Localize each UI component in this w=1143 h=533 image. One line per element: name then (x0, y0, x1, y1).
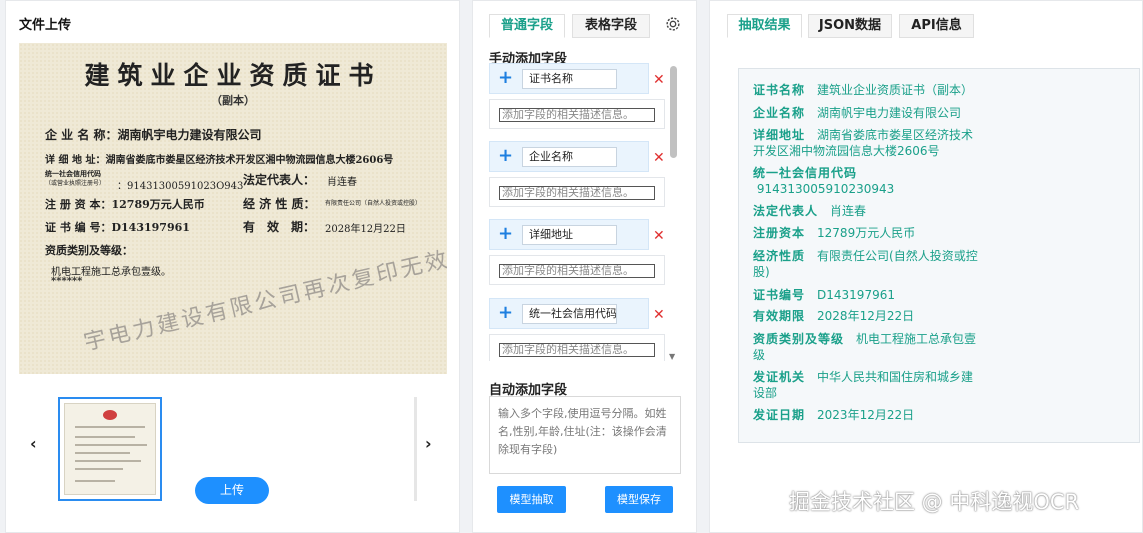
certificate-address: 详 细 地 址：湖南省娄底市娄星区经济技术开发区湘中物流园信息大楼2606号 (45, 155, 394, 166)
certificate-credit-label-sub: （或营业执照注册号） (45, 180, 106, 187)
plus-icon[interactable]: + (498, 304, 513, 322)
result-box: 证书名称 建筑业企业资质证书（副本） 企业名称 湖南帆宇电力建设有限公司 详细地… (738, 68, 1140, 443)
field-panel: 普通字段 表格字段 手动添加字段 + 证书名称 ✕ 添加字段的相关描述信息。 +… (472, 0, 697, 533)
field-desc-input[interactable]: 添加字段的相关描述信息。 (499, 186, 655, 200)
auto-fields-textarea[interactable]: 输入多个字段,使用逗号分隔。如姓名,性别,年龄,住址(注：该操作会清除现有字段) (489, 396, 681, 474)
close-icon[interactable]: ✕ (653, 228, 665, 244)
result-item: 法定代表人 肖连春 (753, 204, 867, 218)
certificate-qual-label: 资质类别及等级： (45, 244, 133, 257)
certificate-legal-rep-value: 肖连春 (327, 177, 357, 188)
scroll-down-icon[interactable]: ▼ (669, 352, 675, 361)
plus-icon[interactable]: + (498, 147, 513, 165)
field-name-input[interactable]: 证书名称 (522, 69, 617, 89)
result-item: 证书编号 D143197961 (753, 288, 895, 302)
tab-api-info[interactable]: API信息 (899, 14, 974, 38)
model-extract-button[interactable]: 模型抽取 (497, 486, 566, 513)
certificate-stars: ****** (51, 276, 83, 287)
field-desc-box: 添加字段的相关描述信息。 (489, 334, 665, 361)
thumbnail-certificate[interactable] (58, 397, 162, 501)
field-row: + 统一社会信用代码 (489, 298, 649, 329)
carousel-next-button[interactable]: › (425, 434, 432, 453)
result-item: 证书名称 建筑业企业资质证书（副本） (753, 83, 974, 97)
scrollbar-thumb[interactable] (670, 66, 677, 158)
result-item: 企业名称 湖南帆宇电力建设有限公司 (753, 106, 962, 120)
close-icon[interactable]: ✕ (653, 307, 665, 323)
field-desc-box: 添加字段的相关描述信息。 (489, 255, 665, 285)
site-watermark: 掘金技术社区 @ 中科逸视OCR (789, 490, 1080, 514)
certificate-number: 证 书 编 号：D143197961 (45, 221, 190, 234)
result-item: 发证机关 中华人民共和国住房和城乡建 设部 (753, 370, 974, 400)
result-item: 有效期限 2028年12月22日 (753, 309, 915, 323)
tab-normal-fields[interactable]: 普通字段 (489, 14, 565, 38)
certificate-capital: 注 册 资 本：12789万元人民币 (45, 198, 205, 211)
seal-icon (103, 410, 117, 420)
field-desc-box: 添加字段的相关描述信息。 (489, 99, 665, 129)
certificate-subtitle: （副本） (211, 94, 255, 107)
result-item: 详细地址 湖南省娄底市娄星区经济技术 开发区湘中物流园信息大楼2606号 (753, 128, 974, 158)
field-desc-input[interactable]: 添加字段的相关描述信息。 (499, 108, 655, 122)
field-row: + 详细地址 (489, 219, 649, 250)
upload-panel-title: 文件上传 (19, 18, 72, 33)
upload-panel: 文件上传 建筑业企业资质证书 （副本） 企 业 名 称：湖南帆宇电力建设有限公司… (5, 0, 460, 533)
carousel-prev-button[interactable]: ‹ (30, 434, 37, 453)
certificate-company: 企 业 名 称：湖南帆宇电力建设有限公司 (45, 128, 262, 142)
certificate-watermark: 宇电力建设有限公司再次复印无效 (81, 247, 447, 356)
certificate-legal-rep-label: 法定代表人： (243, 173, 316, 187)
tab-json-data[interactable]: JSON数据 (808, 14, 892, 38)
field-name-input[interactable]: 详细地址 (522, 225, 617, 245)
result-item: 经济性质 有限责任公司(自然人投资或控 股) (753, 249, 978, 279)
field-row: + 证书名称 (489, 63, 649, 94)
field-list-scrollbar[interactable]: ▼ (667, 63, 679, 361)
certificate-valid-value: 2028年12月22日 (325, 224, 406, 235)
tab-table-fields[interactable]: 表格字段 (572, 14, 650, 38)
result-item: 发证日期 2023年12月22日 (753, 408, 915, 422)
field-desc-box: 添加字段的相关描述信息。 (489, 177, 665, 207)
field-name-input[interactable]: 企业名称 (522, 147, 617, 167)
field-name-input[interactable]: 统一社会信用代码 (522, 304, 617, 324)
result-item: 统一社会信用代码 914313005910230943 (753, 166, 895, 196)
close-icon[interactable]: ✕ (653, 72, 665, 88)
model-save-button[interactable]: 模型保存 (605, 486, 673, 513)
carousel-divider (414, 397, 417, 501)
upload-button[interactable]: 上传 (195, 477, 269, 504)
field-desc-input[interactable]: 添加字段的相关描述信息。 (499, 264, 655, 278)
certificate-title: 建筑业企业资质证书 (84, 61, 382, 90)
gear-icon[interactable] (664, 15, 682, 33)
plus-icon[interactable]: + (498, 69, 513, 87)
certificate-nature-value: 有限责任公司（自然人投资或控股） (325, 200, 422, 207)
result-item: 注册资本 12789万元人民币 (753, 226, 916, 240)
tab-extract-result[interactable]: 抽取结果 (727, 14, 802, 38)
certificate-valid-label: 有 效 期： (243, 220, 316, 234)
plus-icon[interactable]: + (498, 225, 513, 243)
certificate-preview: 建筑业企业资质证书 （副本） 企 业 名 称：湖南帆宇电力建设有限公司 详 细 … (19, 43, 447, 374)
result-item: 资质类别及等级 机电工程施工总承包壹 级 (753, 332, 977, 362)
field-row: + 企业名称 (489, 141, 649, 172)
field-desc-input[interactable]: 添加字段的相关描述信息。 (499, 343, 655, 357)
certificate-credit-value: ：91431300591023O943 (117, 181, 244, 192)
close-icon[interactable]: ✕ (653, 150, 665, 166)
certificate-nature-label: 经 济 性 质： (243, 197, 316, 211)
field-list: + 证书名称 ✕ 添加字段的相关描述信息。 + 企业名称 ✕ 添加字段的相关描述… (489, 63, 683, 361)
result-panel: 抽取结果 JSON数据 API信息 证书名称 建筑业企业资质证书（副本） 企业名… (709, 0, 1143, 533)
